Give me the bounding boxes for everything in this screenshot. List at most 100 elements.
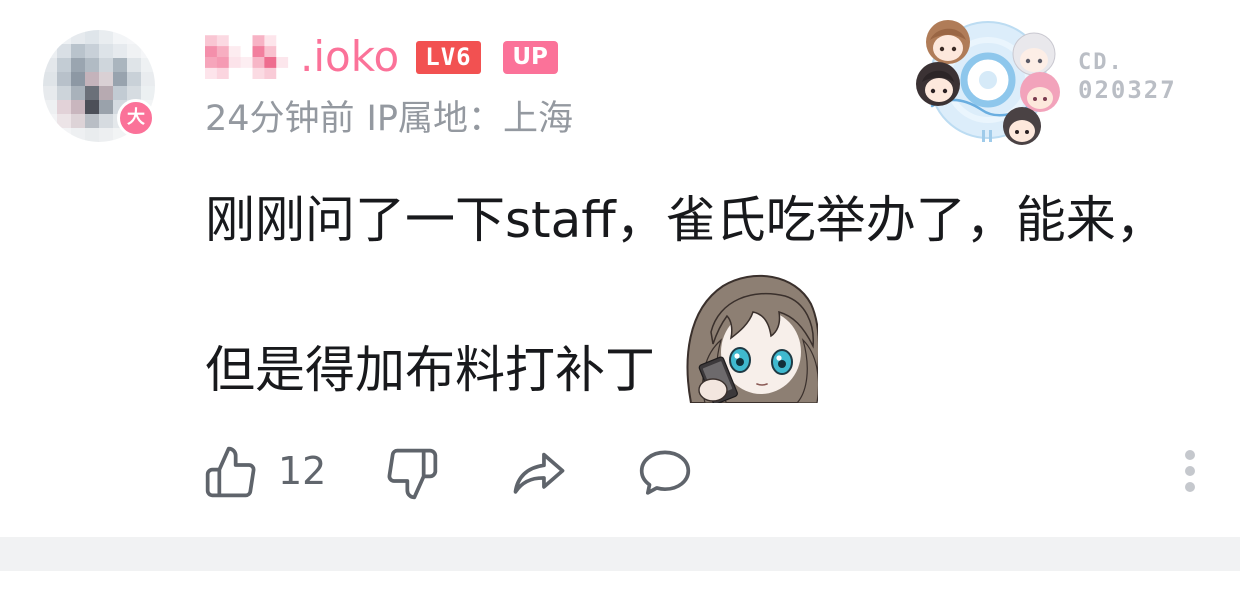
- avatar-mosaic-block: [43, 30, 58, 45]
- avatar-mosaic-block: [113, 44, 128, 59]
- avatar-mosaic-block: [43, 86, 58, 101]
- name-mosaic-block: [288, 57, 300, 69]
- avatar-mosaic-block: [99, 128, 114, 142]
- name-mosaic-block: [216, 57, 230, 69]
- avatar-mosaic-block: [71, 86, 86, 101]
- name-mosaic-block: [264, 35, 277, 47]
- avatar-mosaic-block: [85, 44, 100, 59]
- avatar-mosaic-block: [141, 30, 155, 45]
- avatar-mosaic-block: [99, 86, 114, 101]
- name-mosaic-block: [228, 57, 242, 69]
- share-icon: [513, 452, 565, 494]
- avatar-mosaic-block: [85, 100, 100, 115]
- name-mosaic-block: [240, 67, 253, 79]
- avatar-mosaic-block: [71, 44, 86, 59]
- like-icon: [205, 446, 256, 498]
- name-mosaic-block: [288, 46, 300, 58]
- name-mosaic-block: [276, 35, 289, 47]
- avatar-mosaic-block: [57, 128, 72, 142]
- user-name[interactable]: .ioko: [300, 34, 399, 80]
- ip-location: IP属地：上海: [366, 99, 573, 139]
- avatar-mosaic-block: [85, 30, 100, 45]
- up-badge: UP: [502, 40, 558, 74]
- avatar-mosaic-block: [99, 100, 114, 115]
- avatar-mosaic-block: [43, 72, 58, 87]
- avatar-mosaic-block: [141, 72, 155, 87]
- name-mosaic-block: [216, 46, 230, 58]
- like-count: 12: [278, 449, 327, 493]
- avatar-mosaic-block: [85, 58, 100, 73]
- avatar-mosaic-block: [113, 72, 128, 87]
- avatar-mosaic-block: [127, 30, 142, 45]
- like-button[interactable]: [203, 444, 259, 500]
- name-mosaic-block: [205, 67, 218, 79]
- comment-time: 24分钟前: [205, 99, 355, 139]
- avatar-mosaic-block: [113, 58, 128, 73]
- avatar-mosaic-block: [113, 30, 128, 45]
- comment-item: 大 .ioko LV6 UP 24分钟前 IP属地：上海 CD. 020327 …: [0, 0, 1240, 589]
- name-mosaic-block: [264, 57, 277, 69]
- name-mosaic-block: [264, 67, 277, 79]
- emoji-sticker: [683, 268, 818, 403]
- more-button[interactable]: [1178, 448, 1202, 494]
- avatar-mosaic-block: [57, 30, 72, 45]
- avatar-mosaic-block: [113, 86, 128, 101]
- avatar-badge: 大: [117, 99, 155, 137]
- avatar-mosaic-block: [57, 44, 72, 59]
- avatar-mosaic-block: [99, 30, 114, 45]
- name-mosaic-block: [205, 57, 218, 69]
- avatar-mosaic-block: [43, 100, 58, 115]
- name-mosaic-block: [264, 46, 277, 58]
- reply-button[interactable]: [635, 445, 695, 499]
- avatar-mosaic-block: [99, 114, 114, 129]
- name-mosaic-block: [276, 67, 289, 79]
- name-mosaic-block: [276, 46, 289, 58]
- name-mosaic-block: [240, 57, 253, 69]
- name-mosaic-block: [276, 57, 289, 69]
- avatar-mosaic-block: [71, 100, 86, 115]
- more-vertical-icon: [1185, 450, 1195, 492]
- name-mosaic-block: [252, 46, 265, 58]
- name-mosaic-block: [228, 67, 242, 79]
- user-name-mosaic: [205, 35, 300, 79]
- fan-badge-art: [916, 20, 1060, 145]
- avatar-mosaic-block: [43, 128, 58, 142]
- name-mosaic-block: [205, 46, 218, 58]
- avatar-mosaic-block: [99, 72, 114, 87]
- dislike-button[interactable]: [383, 446, 441, 502]
- comment-meta: 24分钟前 IP属地：上海: [205, 97, 573, 141]
- avatar-mosaic-block: [85, 128, 100, 142]
- name-mosaic-block: [216, 35, 230, 47]
- sticker-image: [683, 268, 818, 403]
- name-mosaic-block: [288, 67, 300, 79]
- avatar-mosaic-block: [71, 128, 86, 142]
- name-mosaic-block: [216, 67, 230, 79]
- fan-badge-number: 020327: [1078, 76, 1177, 104]
- share-button[interactable]: [509, 446, 569, 498]
- name-mosaic-block: [240, 46, 253, 58]
- name-mosaic-block: [288, 35, 300, 47]
- avatar-mosaic-block: [141, 58, 155, 73]
- avatar-mosaic-block: [141, 44, 155, 59]
- avatar-mosaic-block: [71, 58, 86, 73]
- avatar-mosaic-block: [43, 114, 58, 129]
- avatar-mosaic-block: [85, 72, 100, 87]
- fan-badge[interactable]: CD. 020327: [912, 10, 1202, 156]
- name-mosaic-block: [252, 67, 265, 79]
- avatar-mosaic-block: [43, 58, 58, 73]
- avatar-mosaic-block: [57, 100, 72, 115]
- avatar-mosaic-block: [85, 114, 100, 129]
- fan-badge-label: CD.: [1078, 50, 1124, 75]
- name-mosaic-block: [228, 35, 242, 47]
- comment-icon: [639, 450, 691, 495]
- name-mosaic-block: [252, 35, 265, 47]
- comment-text-line: 但是得加布料打补丁: [205, 341, 655, 399]
- avatar-mosaic-block: [127, 44, 142, 59]
- avatar-mosaic-block: [71, 72, 86, 87]
- avatar-mosaic-block: [43, 44, 58, 59]
- user-name-row: .ioko LV6 UP: [205, 34, 558, 80]
- level-badge: LV6: [416, 40, 481, 74]
- avatar-mosaic-block: [127, 72, 142, 87]
- avatar-mosaic-block: [71, 114, 86, 129]
- avatar-mosaic-block: [99, 58, 114, 73]
